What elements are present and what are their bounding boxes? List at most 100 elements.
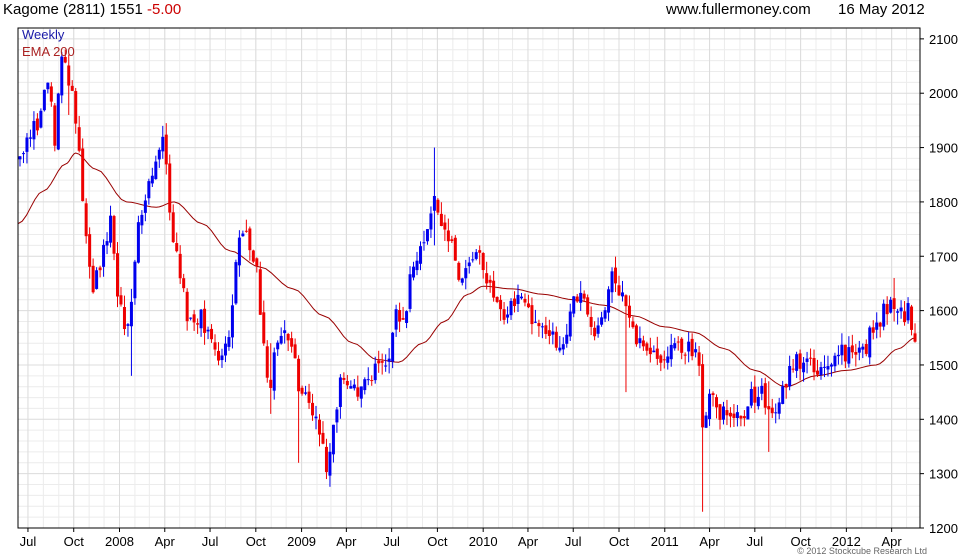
candle-down bbox=[488, 279, 492, 283]
candle-up bbox=[147, 181, 151, 199]
candle-down bbox=[210, 328, 214, 340]
candle-down bbox=[457, 262, 461, 280]
candle-up bbox=[826, 366, 830, 370]
candle-up bbox=[540, 326, 544, 328]
y-tick-label: 1300 bbox=[929, 467, 958, 482]
x-tick-label: Apr bbox=[699, 534, 720, 549]
candle-down bbox=[213, 342, 217, 350]
candle-down bbox=[192, 314, 196, 323]
candle-down bbox=[443, 222, 447, 230]
candle-up bbox=[558, 347, 562, 351]
candle-down bbox=[175, 243, 179, 252]
candle-down bbox=[530, 305, 534, 325]
candle-up bbox=[506, 314, 510, 318]
candle-up bbox=[133, 261, 137, 299]
candle-down bbox=[544, 325, 548, 334]
candle-down bbox=[171, 212, 175, 243]
chart: 1200 1300 1400 1500 1600 1700 1800 1900 2000 2100… bbox=[17, 27, 958, 549]
x-tick-label: 2011 bbox=[651, 534, 679, 549]
y-tick-label: 1600 bbox=[929, 304, 958, 319]
candle-down bbox=[446, 230, 450, 242]
y-tick-label: 1900 bbox=[929, 141, 958, 156]
candle-up bbox=[140, 214, 144, 226]
candle-up bbox=[391, 332, 395, 362]
candle-down bbox=[850, 345, 854, 353]
candle-down bbox=[290, 338, 294, 347]
candle-up bbox=[60, 56, 64, 96]
candle-down bbox=[70, 85, 74, 91]
candle-up bbox=[652, 350, 656, 353]
candle-up bbox=[840, 344, 844, 356]
candle-up bbox=[25, 137, 29, 152]
candle-up bbox=[533, 321, 537, 323]
candle-down bbox=[659, 355, 663, 363]
candle-up bbox=[666, 356, 670, 363]
candle-down bbox=[53, 105, 57, 146]
x-tick-label: Apr bbox=[155, 534, 176, 549]
candle-up bbox=[620, 292, 624, 297]
candle-up bbox=[432, 195, 436, 211]
candle-down bbox=[770, 407, 774, 414]
candle-up bbox=[471, 259, 475, 261]
candle-up bbox=[335, 409, 339, 423]
candle-up bbox=[223, 343, 227, 356]
legend-ema: EMA 200 bbox=[22, 44, 75, 59]
candle-down bbox=[537, 323, 541, 327]
candle-down bbox=[321, 432, 325, 444]
x-tick-label: 2009 bbox=[287, 534, 316, 549]
candle-up bbox=[352, 384, 356, 389]
candle-up bbox=[384, 365, 388, 367]
candle-down bbox=[843, 344, 847, 362]
candle-up bbox=[102, 244, 106, 267]
candle-up bbox=[899, 307, 903, 312]
candle-down bbox=[262, 312, 266, 344]
candle-up bbox=[42, 89, 46, 111]
candle-down bbox=[725, 410, 729, 416]
candle-up bbox=[460, 278, 464, 283]
candle-up bbox=[349, 386, 353, 389]
candle-up bbox=[283, 330, 287, 334]
candle-up bbox=[276, 342, 280, 350]
candle-up bbox=[161, 136, 165, 152]
candle-up bbox=[777, 402, 781, 414]
candle-down bbox=[88, 234, 92, 267]
candle-up bbox=[126, 324, 130, 326]
candle-up bbox=[600, 317, 604, 325]
candle-up bbox=[46, 82, 50, 90]
candle-up bbox=[189, 317, 193, 319]
candle-down bbox=[502, 309, 506, 320]
candle-down bbox=[122, 307, 126, 330]
grid bbox=[18, 27, 920, 529]
candle-down bbox=[690, 338, 694, 357]
header-date: 16 May 2012 bbox=[838, 1, 925, 18]
candle-down bbox=[342, 377, 346, 380]
candle-down bbox=[910, 306, 914, 330]
candle-up bbox=[607, 289, 611, 313]
candle-down bbox=[641, 340, 645, 347]
candle-down bbox=[614, 267, 618, 284]
candle-up bbox=[561, 344, 565, 350]
candle-up bbox=[199, 309, 203, 329]
candle-up bbox=[32, 121, 36, 140]
candle-down bbox=[297, 358, 301, 392]
x-tick-label: Jul bbox=[202, 534, 219, 549]
candle-down bbox=[627, 305, 631, 318]
candle-down bbox=[513, 298, 517, 307]
candle-down bbox=[547, 330, 551, 337]
axes: 1200 1300 1400 1500 1600 1700 1800 1900 2000 2100… bbox=[20, 32, 958, 549]
candle-up bbox=[638, 338, 642, 344]
candle-up bbox=[150, 175, 154, 184]
candle-down bbox=[196, 323, 200, 325]
candle-up bbox=[408, 274, 412, 309]
candle-down bbox=[701, 364, 705, 428]
candle-up bbox=[129, 301, 133, 327]
candle-down bbox=[307, 391, 311, 403]
candle-up bbox=[708, 393, 712, 420]
candle-up bbox=[363, 379, 367, 391]
candle-down bbox=[809, 357, 813, 359]
candle-up bbox=[237, 237, 241, 266]
candle-up bbox=[519, 296, 523, 299]
candle-up bbox=[756, 396, 760, 407]
header-site[interactable]: www.fullermoney.com bbox=[666, 1, 811, 18]
candle-up bbox=[596, 325, 600, 334]
